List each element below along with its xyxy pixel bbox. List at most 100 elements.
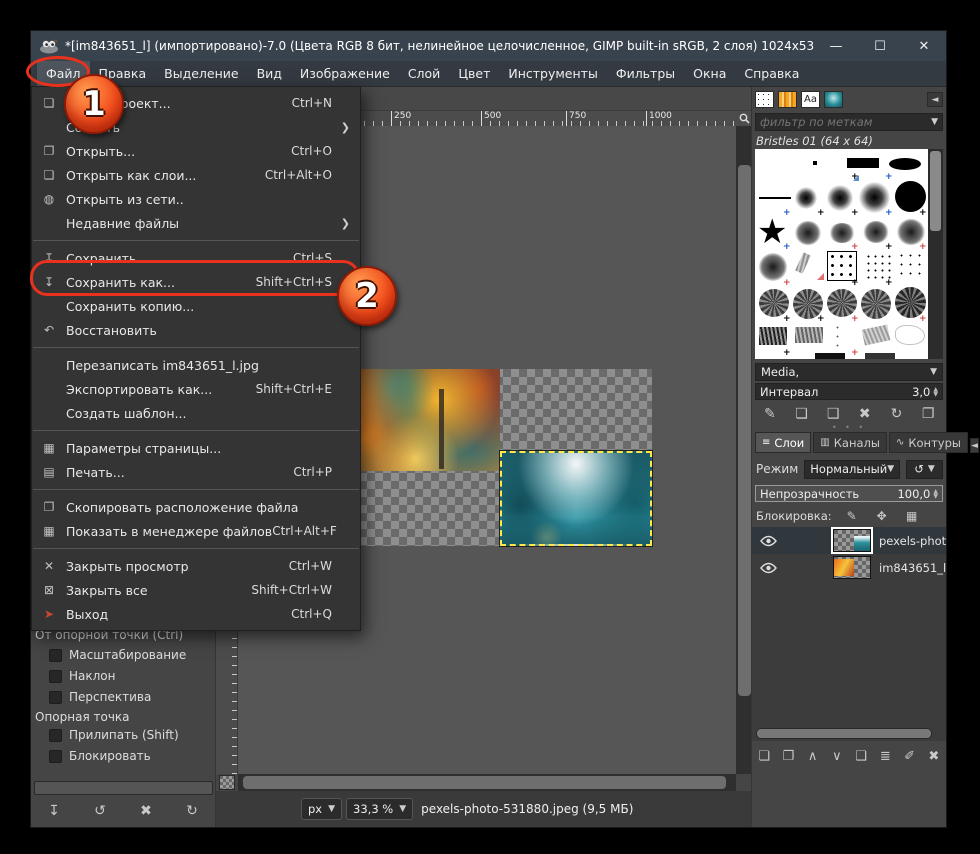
brush-filter-field[interactable] [755, 113, 943, 131]
menu-item-close-view[interactable]: ✕ Закрыть просмотр Ctrl+W [32, 554, 360, 578]
tab-paths[interactable]: ∿Контуры [889, 432, 968, 453]
scrollbar-thumb[interactable] [930, 151, 941, 231]
menubar-view[interactable]: Вид [248, 61, 291, 86]
menubar-help[interactable]: Справка [735, 61, 808, 86]
open-brush-as-image-button[interactable]: ❐ [917, 403, 939, 425]
brush-filter-input[interactable] [760, 115, 931, 129]
restore-tool-preset-button[interactable]: ↺ [89, 800, 111, 822]
menu-item-open-location[interactable]: ◍ Открыть из сети.. [32, 187, 360, 211]
lock-position-toggle[interactable]: ✥ [874, 508, 890, 524]
menu-item-close-all[interactable]: ⊠ Закрыть все Shift+Ctrl+W [32, 578, 360, 602]
new-brush-button[interactable]: ❏ [790, 403, 812, 425]
lock-alpha-toggle[interactable]: ▦ [904, 508, 920, 524]
menubar-select[interactable]: Выделение [155, 61, 247, 86]
refresh-brushes-button[interactable]: ↻ [885, 403, 907, 425]
spinner-icon[interactable] [933, 387, 938, 397]
titlebar[interactable]: *[im843651_l] (импортировано)-7.0 (Цвета… [31, 31, 946, 61]
dock-menu-icon[interactable]: ◄ [927, 92, 943, 107]
dock-filler [752, 769, 946, 827]
delete-layer-button[interactable]: ✖ [923, 745, 945, 767]
menu-item-overwrite[interactable]: Перезаписать im843651_l.jpg [32, 353, 360, 377]
brush-grid-scrollbar[interactable] [928, 149, 943, 359]
menu-item-save-copy[interactable]: Сохранить копию... [32, 294, 360, 318]
menu-item-create-template[interactable]: Создать шаблон... [32, 401, 360, 425]
menubar-filters[interactable]: Фильтры [607, 61, 684, 86]
checkbox-box[interactable] [49, 670, 62, 683]
close-button[interactable]: ✕ [902, 31, 946, 61]
menubar-color[interactable]: Цвет [449, 61, 499, 86]
duplicate-brush-button[interactable]: ❑ [822, 403, 844, 425]
tool-options-scrollbar[interactable] [34, 781, 213, 795]
spinner-icon[interactable] [933, 489, 938, 499]
media-dropdown[interactable]: Media, [755, 363, 943, 381]
scrollbar-thumb[interactable] [738, 165, 751, 696]
layer-mode-dropdown[interactable]: Нормальный [804, 460, 900, 479]
save-tool-preset-button[interactable]: ↧ [43, 800, 65, 822]
checkbox-shear[interactable]: Наклон [49, 669, 115, 683]
tab-fonts[interactable]: Aa [801, 91, 820, 108]
new-layer-button[interactable]: ❏ [753, 745, 775, 767]
brush-grid[interactable] [755, 149, 928, 359]
tab-layers[interactable]: ≡Слои [755, 432, 811, 453]
unit-select[interactable]: px [301, 798, 342, 820]
tab-channels[interactable]: ▥Каналы [813, 432, 887, 453]
menu-item-page-setup[interactable]: ▦ Параметры страницы... [32, 436, 360, 460]
visibility-eye-icon[interactable] [760, 535, 777, 547]
menu-item-open-as-layers[interactable]: ❏ Открыть как слои... Ctrl+Alt+O [32, 163, 360, 187]
menu-item-export-as[interactable]: Экспортировать как... Shift+Ctrl+E [32, 377, 360, 401]
horizontal-scrollbar[interactable] [238, 774, 736, 791]
raise-layer-button[interactable]: ∧ [802, 745, 824, 767]
layer-row-im843651[interactable]: im843651_l.jpg [752, 554, 946, 581]
transparent-canvas[interactable] [311, 369, 652, 546]
maximize-button[interactable]: ☐ [858, 31, 902, 61]
tab-patterns[interactable] [824, 91, 843, 108]
minimize-button[interactable]: — [814, 31, 858, 61]
checkbox-box[interactable] [49, 691, 62, 704]
menu-separator [33, 430, 359, 431]
menu-item-revert[interactable]: ↶ Восстановить [32, 318, 360, 342]
checkbox-perspective[interactable]: Перспектива [49, 690, 151, 704]
new-layer-group-button[interactable]: ❐ [777, 745, 799, 767]
menu-item-quit[interactable]: ➤ Выход Ctrl+Q [32, 602, 360, 626]
brush-thumbnail [759, 327, 787, 345]
layer-list-scrollbar[interactable] [756, 728, 932, 739]
lower-layer-button[interactable]: ∨ [826, 745, 848, 767]
tab-gradients[interactable] [778, 91, 797, 108]
menu-item-recent[interactable]: Недавние файлы ❯ [32, 211, 360, 235]
layer-row-pexels[interactable]: pexels-photo-53 [752, 527, 946, 554]
add-mask-button[interactable]: ✐ [899, 745, 921, 767]
checkbox-box[interactable] [49, 750, 62, 763]
spacing-slider[interactable]: Интервал 3,0 [755, 383, 943, 400]
duplicate-layer-button[interactable]: ❑ [850, 745, 872, 767]
lock-pixels-toggle[interactable]: ✎ [844, 508, 860, 524]
checkbox-box[interactable] [49, 649, 62, 662]
edit-brush-button[interactable]: ✎ [759, 403, 781, 425]
scrollbar-thumb[interactable] [756, 728, 932, 739]
mode-options-button[interactable]: ↺ [906, 460, 943, 479]
checkbox-lock[interactable]: Блокировать [49, 749, 151, 763]
dock-menu-icon[interactable]: ◄ [970, 438, 979, 453]
delete-tool-preset-button[interactable]: ✖ [135, 800, 157, 822]
checkbox-scaling[interactable]: Масштабирование [49, 648, 186, 662]
menubar-image[interactable]: Изображение [291, 61, 399, 86]
merge-layer-button[interactable]: ≣ [874, 745, 896, 767]
menu-item-open[interactable]: ❐ Открыть... Ctrl+O [32, 139, 360, 163]
quick-mask-toggle[interactable] [219, 775, 235, 790]
menubar-tools[interactable]: Инструменты [499, 61, 606, 86]
menu-item-copy-location[interactable]: ❐ Скопировать расположение файла [32, 495, 360, 519]
zoom-select[interactable]: 33,3 % [346, 798, 413, 820]
menubar-layer[interactable]: Слой [399, 61, 450, 86]
tab-brushes[interactable] [755, 91, 774, 108]
brush-name-label: Bristles 01 (64 x 64) [756, 134, 873, 148]
opacity-slider[interactable]: Непрозрачность 100,0 [755, 485, 943, 502]
checkbox-box[interactable] [49, 729, 62, 742]
reset-tool-options-button[interactable]: ↻ [181, 800, 203, 822]
menu-item-show-in-fm[interactable]: ▦ Показать в менеджере файлов Ctrl+Alt+F [32, 519, 360, 543]
scrollbar-thumb[interactable] [243, 776, 726, 789]
checkbox-snap[interactable]: Прилипать (Shift) [49, 728, 179, 742]
visibility-eye-icon[interactable] [760, 562, 777, 574]
menu-item-print[interactable]: ▤ Печать... Ctrl+P [32, 460, 360, 484]
layer-image-city-selected[interactable] [500, 451, 652, 546]
menubar-windows[interactable]: Окна [684, 61, 735, 86]
delete-brush-button[interactable]: ✖ [854, 403, 876, 425]
